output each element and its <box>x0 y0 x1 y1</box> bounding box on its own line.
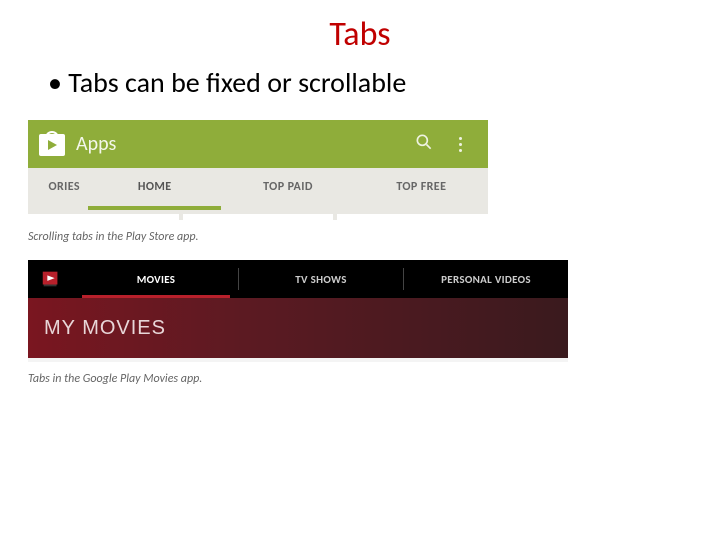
movies-caption: Tabs in the Google Play Movies app. <box>28 372 720 386</box>
playstore-caption: Scrolling tabs in the Play Store app. <box>28 230 720 244</box>
movies-tabs: MOVIES TV SHOWS PERSONAL VIDEOS <box>28 260 568 298</box>
playstore-section-title: Apps <box>76 132 406 156</box>
movies-screenshot: MOVIES TV SHOWS PERSONAL VIDEOS MY MOVIE… <box>28 260 568 362</box>
tab-categories-partial[interactable]: ORIES <box>28 168 88 210</box>
movies-content-header: MY MOVIES <box>28 298 568 358</box>
playstore-content-peek <box>28 210 488 220</box>
playstore-screenshot: Apps ORIES HOME TOP PAID TOP FREE <box>28 120 488 220</box>
tab-tv-shows[interactable]: TV SHOWS <box>239 260 403 298</box>
playstore-actionbar: Apps <box>28 120 488 168</box>
search-icon[interactable] <box>406 132 442 157</box>
bullet-text: Tabs can be fixed or scrollable <box>48 65 720 100</box>
tab-personal-videos[interactable]: PERSONAL VIDEOS <box>404 260 568 298</box>
slide-title: Tabs <box>0 14 720 55</box>
movies-divider <box>28 358 568 362</box>
movies-section-heading: MY MOVIES <box>44 317 166 340</box>
playstore-tabs: ORIES HOME TOP PAID TOP FREE <box>28 168 488 210</box>
tab-home[interactable]: HOME <box>88 168 221 210</box>
tab-top-free[interactable]: TOP FREE <box>355 168 488 210</box>
tab-movies[interactable]: MOVIES <box>74 260 238 298</box>
play-store-icon <box>38 130 66 158</box>
tab-top-paid[interactable]: TOP PAID <box>221 168 354 210</box>
play-movies-icon <box>28 260 74 298</box>
overflow-menu-icon[interactable] <box>442 137 478 152</box>
